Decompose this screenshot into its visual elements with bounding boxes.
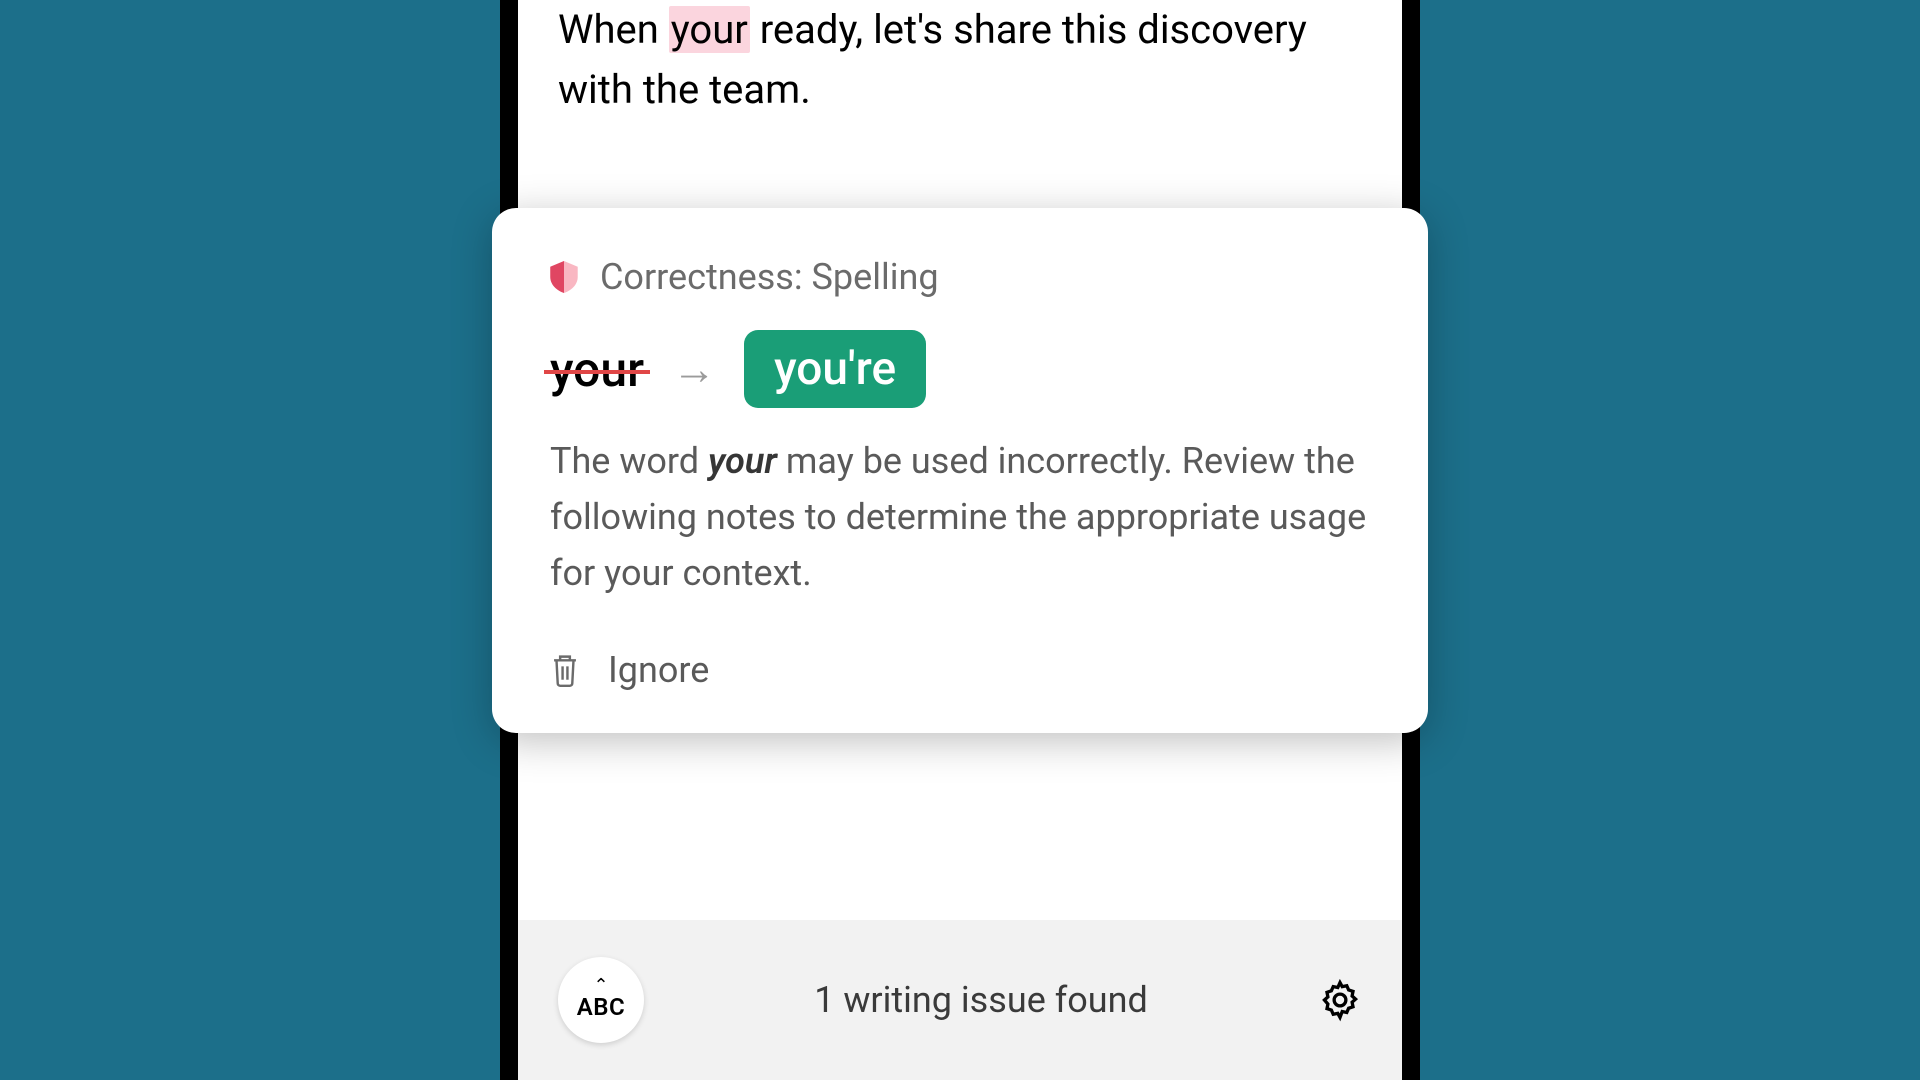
keyboard-toggle-button[interactable]: ⌃ ABC <box>558 957 644 1043</box>
correction-row: your → you're <box>550 330 1370 408</box>
ignore-label: Ignore <box>608 649 709 691</box>
ignore-button[interactable]: Ignore <box>550 649 1370 691</box>
original-word: your <box>550 341 644 398</box>
editor-text[interactable]: When your ready, let's share this discov… <box>518 0 1402 150</box>
chevron-up-icon: ⌃ <box>593 979 608 993</box>
issue-count-text[interactable]: 1 writing issue found <box>814 979 1148 1021</box>
explanation-word: your <box>708 440 777 482</box>
phone-frame: When your ready, let's share this discov… <box>500 0 1420 1080</box>
gear-icon[interactable] <box>1318 978 1362 1022</box>
keyboard-label: ABC <box>577 993 625 1021</box>
screen: When your ready, let's share this discov… <box>518 0 1402 1080</box>
text-before: When <box>558 6 669 53</box>
shield-icon <box>550 261 578 293</box>
explanation-text: The word your may be used incorrectly. R… <box>550 434 1370 601</box>
arrow-right-icon: → <box>672 343 716 395</box>
highlighted-word[interactable]: your <box>669 6 750 53</box>
card-header: Correctness: Spelling <box>550 256 1370 298</box>
suggestion-card: Correctness: Spelling your → you're The … <box>492 208 1428 733</box>
card-header-text: Correctness: Spelling <box>600 256 939 298</box>
explanation-prefix: The word <box>550 440 708 482</box>
trash-icon <box>550 653 580 687</box>
suggestion-chip[interactable]: you're <box>744 330 926 408</box>
bottom-bar: ⌃ ABC 1 writing issue found <box>518 920 1402 1080</box>
